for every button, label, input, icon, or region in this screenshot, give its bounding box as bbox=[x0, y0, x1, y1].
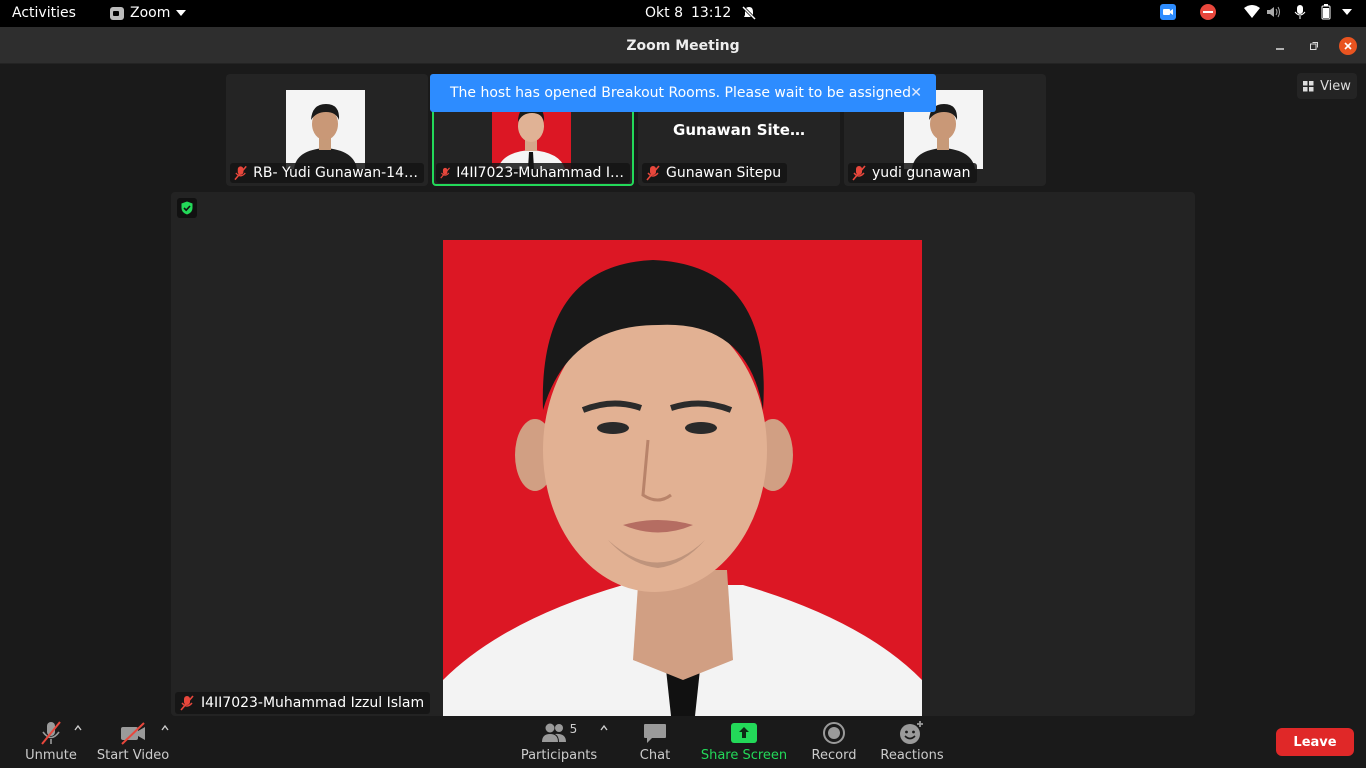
unmute-button[interactable]: Unmute bbox=[25, 720, 77, 763]
shield-check-icon bbox=[181, 201, 193, 215]
chat-button[interactable]: Chat bbox=[638, 720, 672, 763]
participant-display-name: Gunawan Site… bbox=[673, 121, 805, 139]
view-button-label: View bbox=[1320, 78, 1351, 94]
share-screen-icon bbox=[731, 723, 757, 743]
blocked-icon[interactable] bbox=[1200, 4, 1216, 20]
participant-name: I4II7023-Muhammad I… bbox=[456, 165, 624, 181]
volume-icon bbox=[1267, 6, 1280, 18]
participants-button[interactable]: 5 Participants bbox=[521, 720, 597, 763]
restore-icon bbox=[1310, 42, 1318, 50]
participants-count: 5 bbox=[569, 722, 578, 736]
close-button[interactable] bbox=[1339, 37, 1357, 55]
chat-label: Chat bbox=[639, 748, 671, 763]
notification-text: The host has opened Breakout Rooms. Plea… bbox=[450, 85, 912, 101]
muted-microphone-icon bbox=[41, 721, 61, 745]
participant-name: RB- Yudi Gunawan-14… bbox=[253, 165, 418, 181]
reactions-icon bbox=[900, 721, 923, 744]
audio-options-chevron-icon[interactable] bbox=[74, 724, 82, 732]
wifi-icon bbox=[1244, 5, 1260, 18]
breakout-rooms-notification: The host has opened Breakout Rooms. Plea… bbox=[430, 74, 936, 112]
participants-options-chevron-icon[interactable] bbox=[600, 724, 608, 732]
minimize-icon bbox=[1276, 48, 1284, 50]
participant-name-bar: I4II7023-Muhammad I… bbox=[436, 163, 630, 183]
participant-name-bar: RB- Yudi Gunawan-14… bbox=[230, 163, 424, 183]
grid-view-icon bbox=[1303, 80, 1314, 91]
active-speaker-name: I4II7023-Muhammad Izzul Islam bbox=[201, 695, 425, 711]
leave-button[interactable]: Leave bbox=[1276, 728, 1354, 756]
muted-microphone-icon bbox=[180, 695, 194, 711]
video-options-chevron-icon[interactable] bbox=[161, 724, 169, 732]
clock-date: Okt 8 bbox=[645, 5, 683, 21]
meeting-area: View RB- Yudi Gunawan-14… I4II7023-Muham… bbox=[0, 64, 1366, 716]
close-icon bbox=[1344, 42, 1352, 50]
reactions-label: Reactions bbox=[880, 748, 944, 763]
participant-name-bar: yudi gunawan bbox=[848, 163, 977, 183]
notification-close-icon[interactable]: ✕ bbox=[910, 85, 922, 101]
record-button[interactable]: Record bbox=[812, 720, 856, 763]
muted-microphone-icon bbox=[852, 165, 866, 181]
participants-icon bbox=[541, 723, 566, 742]
start-video-button[interactable]: Start Video bbox=[96, 720, 170, 763]
muted-microphone-icon bbox=[646, 165, 660, 181]
participant-tile[interactable]: RB- Yudi Gunawan-14… bbox=[226, 74, 428, 186]
activities-button[interactable]: Activities bbox=[12, 5, 76, 21]
reactions-button[interactable]: Reactions bbox=[880, 720, 944, 763]
clock[interactable]: Okt 8 13:12 bbox=[645, 5, 757, 21]
video-off-icon bbox=[121, 722, 145, 745]
muted-microphone-icon bbox=[234, 165, 247, 181]
share-screen-label: Share Screen bbox=[700, 748, 788, 763]
chat-icon bbox=[644, 724, 666, 743]
encryption-shield-icon[interactable] bbox=[177, 198, 197, 218]
window-title: Zoom Meeting bbox=[626, 38, 740, 54]
muted-microphone-icon bbox=[440, 167, 451, 179]
participant-portrait bbox=[443, 240, 922, 716]
app-menu-label: Zoom bbox=[130, 5, 171, 21]
record-label: Record bbox=[811, 748, 857, 763]
zoom-app-icon bbox=[110, 6, 124, 20]
system-menu-chevron-icon[interactable] bbox=[1342, 9, 1352, 15]
view-button[interactable]: View bbox=[1297, 73, 1357, 99]
active-speaker-video[interactable]: I4II7023-Muhammad Izzul Islam bbox=[171, 192, 1195, 716]
participant-name-bar: Gunawan Sitepu bbox=[642, 163, 788, 183]
zoom-tray-icon[interactable] bbox=[1160, 4, 1176, 20]
active-speaker-name-bar: I4II7023-Muhammad Izzul Islam bbox=[175, 692, 431, 714]
participants-label: Participants bbox=[520, 748, 598, 763]
unmute-label: Unmute bbox=[25, 748, 77, 763]
microphone-icon bbox=[1294, 5, 1306, 19]
start-video-label: Start Video bbox=[96, 748, 170, 763]
app-menu[interactable]: Zoom bbox=[110, 5, 187, 21]
minimize-button[interactable] bbox=[1271, 37, 1289, 55]
system-tray[interactable] bbox=[1160, 4, 1352, 20]
record-icon bbox=[823, 722, 845, 744]
chevron-down-icon bbox=[176, 10, 187, 16]
participant-photo bbox=[286, 90, 365, 169]
participant-name: Gunawan Sitepu bbox=[666, 165, 782, 181]
clock-time: 13:12 bbox=[690, 5, 732, 21]
leave-label: Leave bbox=[1293, 734, 1337, 750]
window-title-bar: Zoom Meeting bbox=[0, 27, 1366, 64]
battery-icon bbox=[1321, 4, 1331, 20]
share-screen-button[interactable]: Share Screen bbox=[700, 720, 788, 763]
meeting-controls-toolbar: Unmute Start Video 5 Participants Chat S… bbox=[0, 716, 1366, 768]
restore-button[interactable] bbox=[1305, 37, 1323, 55]
participant-name: yudi gunawan bbox=[872, 165, 971, 181]
do-not-disturb-icon bbox=[742, 5, 757, 21]
system-top-bar: Activities Zoom Okt 8 13:12 bbox=[0, 0, 1366, 27]
